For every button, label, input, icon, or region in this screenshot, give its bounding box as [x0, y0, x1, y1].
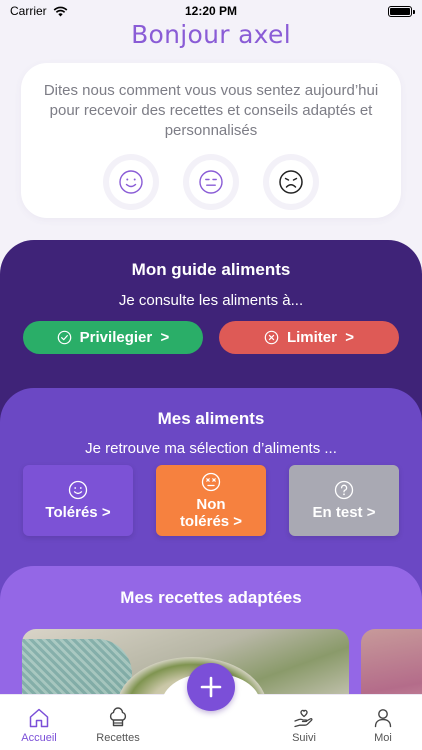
aliments-title: Mes aliments	[157, 409, 265, 428]
tab-recettes-label: Recettes	[96, 732, 140, 744]
tab-suivi-label: Suivi	[292, 732, 316, 744]
guide-subtitle: Je consulte les aliments à...	[118, 292, 304, 309]
mood-happy-button[interactable]	[109, 160, 153, 204]
tab-accueil-label: Accueil	[21, 732, 57, 744]
status-bar: Carrier 12:20 PM	[0, 0, 422, 22]
mood-options	[21, 160, 401, 204]
recettes-title: Mes recettes adaptées	[120, 588, 302, 607]
toleres-label: Tolérés >	[45, 504, 111, 521]
en-test-tile[interactable]: En test >	[289, 465, 399, 536]
guide-title: Mon guide aliments	[131, 260, 291, 279]
user-icon	[374, 709, 392, 728]
check-circle-icon	[57, 330, 71, 345]
greeting-title: Bonjour axel	[131, 20, 291, 49]
en-test-label: En test >	[312, 504, 376, 521]
chef-hat-icon	[109, 707, 127, 727]
privilegier-button[interactable]: Privilegier >	[23, 321, 203, 354]
limiter-label: Limiter >	[286, 329, 355, 346]
status-left: Carrier	[10, 4, 68, 18]
plus-icon	[200, 676, 222, 698]
mood-neutral-button[interactable]	[189, 160, 233, 204]
tab-recettes[interactable]: Recettes	[83, 706, 153, 744]
x-circle-icon	[264, 330, 279, 345]
non-toleres-label: Non tolérés >	[179, 495, 243, 530]
sad-face-icon	[279, 170, 303, 194]
tab-accueil[interactable]: Accueil	[4, 706, 74, 744]
hand-heart-icon	[294, 709, 313, 728]
mood-sad-button[interactable]	[269, 160, 313, 204]
aliments-subtitle: Je retrouve ma sélection d’aliments ...	[85, 440, 337, 457]
tab-moi[interactable]: Moi	[348, 706, 418, 744]
tab-bar: Accueil Recettes Suivi Moi	[0, 663, 422, 750]
neutral-face-icon	[199, 170, 223, 194]
tab-moi-label: Moi	[374, 732, 392, 744]
limiter-button[interactable]: Limiter >	[219, 321, 399, 354]
privilegier-label: Privilegier >	[79, 329, 170, 346]
non-toleres-tile[interactable]: Non tolérés >	[156, 465, 266, 536]
wifi-icon	[53, 6, 68, 16]
mood-card: Dites nous comment vous vous sentez aujo…	[21, 63, 401, 218]
home-icon	[29, 708, 49, 728]
question-circle-icon	[334, 480, 354, 500]
add-button[interactable]	[187, 663, 235, 711]
happy-face-icon	[68, 480, 88, 500]
dizzy-face-icon	[201, 472, 221, 491]
mood-prompt: Dites nous comment vous vous sentez aujo…	[43, 82, 379, 139]
happy-face-icon	[119, 170, 143, 194]
toleres-tile[interactable]: Tolérés >	[23, 465, 133, 536]
tab-suivi[interactable]: Suivi	[269, 706, 339, 744]
carrier-label: Carrier	[10, 4, 47, 18]
battery-icon	[388, 5, 415, 17]
